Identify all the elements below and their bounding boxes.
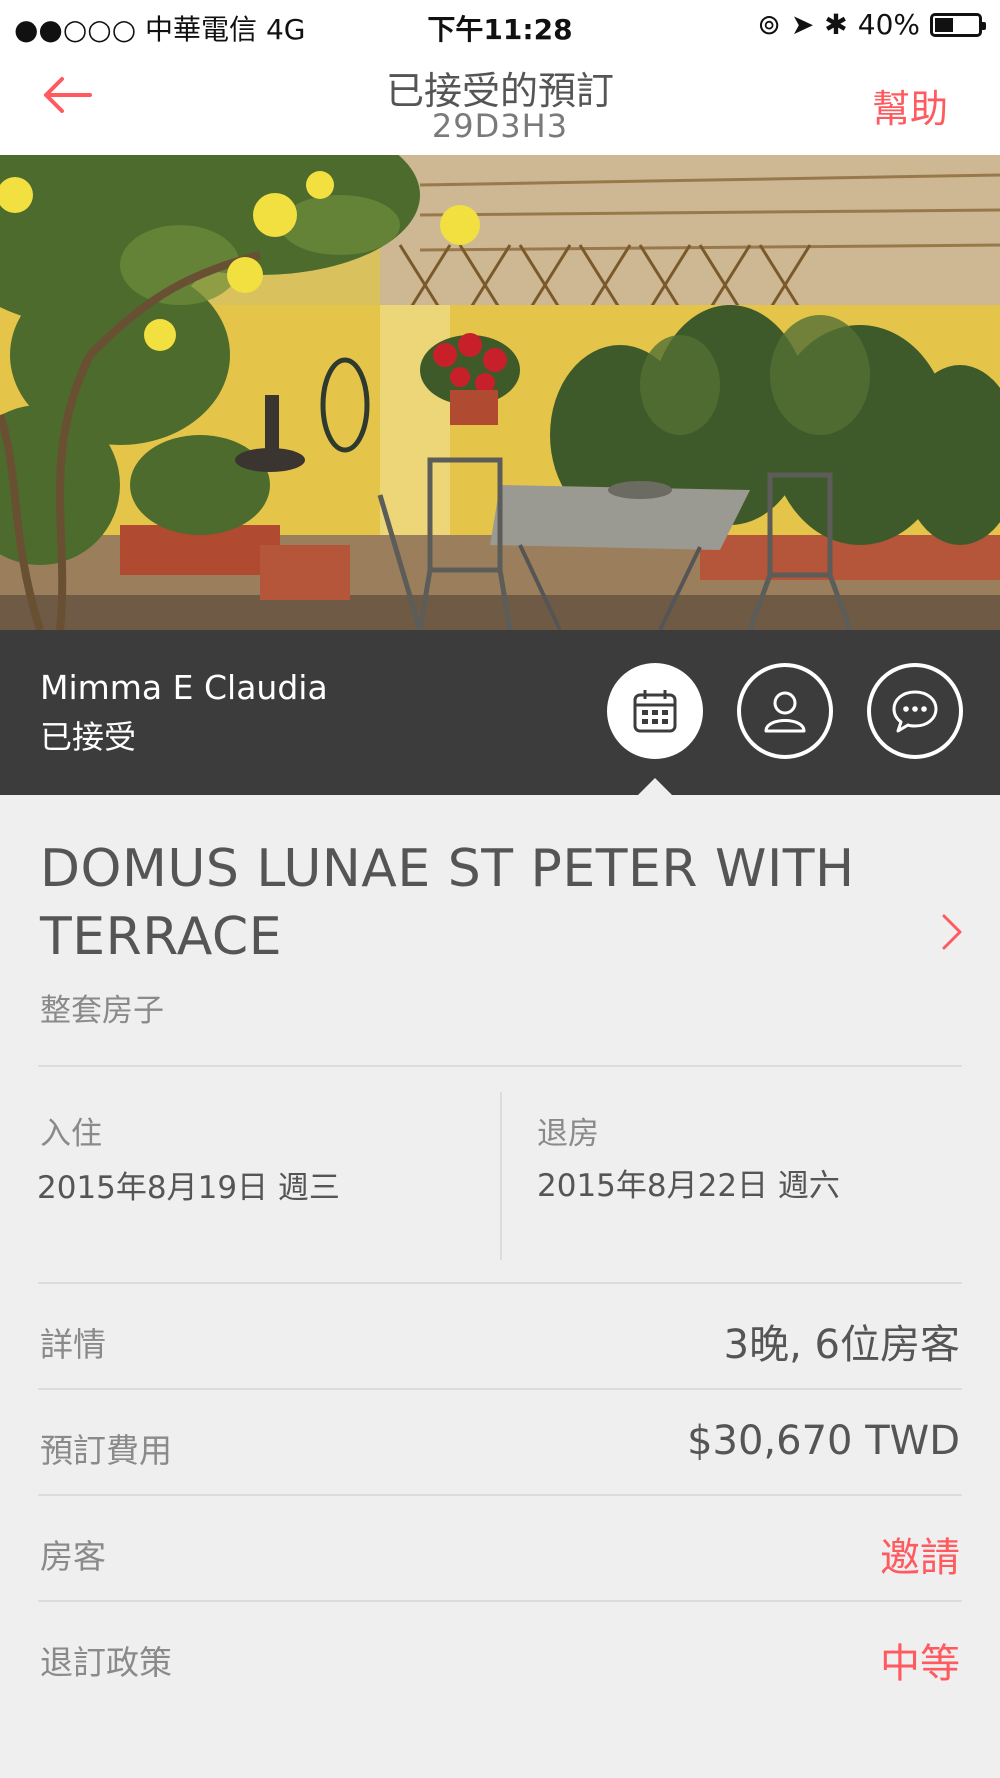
divider: [38, 1600, 962, 1602]
chat-bubble-icon: [892, 690, 938, 733]
listing-title[interactable]: DOMUS LUNAE ST PETER WITH TERRACE: [40, 835, 880, 971]
listing-type: 整套房子: [40, 993, 164, 1029]
date-divider: [500, 1092, 502, 1260]
divider: [38, 1388, 962, 1390]
chevron-right-icon: [942, 914, 962, 950]
invite-guests-link[interactable]: 邀請: [880, 1525, 960, 1583]
user-icon: [764, 691, 806, 733]
status-indicators: ⊚ ➤ ✱ 40%: [757, 8, 986, 41]
price-value: $30,670 TWD: [687, 1418, 960, 1464]
divider: [38, 1282, 962, 1284]
price-label: 預訂費用: [40, 1431, 172, 1470]
calendar-icon: [633, 690, 677, 733]
navigation-bar: 已接受的預訂 29D3H3 幫助: [0, 50, 1000, 155]
cancellation-policy-link[interactable]: 中等: [880, 1631, 960, 1689]
details-label: 詳情: [40, 1325, 106, 1364]
divider: [38, 1065, 962, 1067]
status-bar: ●●○○○ 中華電信 4G 下午11:28 ⊚ ➤ ✱ 40%: [0, 0, 1000, 50]
host-bar: Mimma E Claudia 已接受: [0, 630, 1000, 795]
location-arrow-icon: ➤: [790, 8, 815, 41]
checkin-label: 入住: [40, 1116, 102, 1152]
rotation-lock-icon: ⊚: [757, 8, 781, 41]
listing-photo[interactable]: [0, 155, 1000, 630]
confirmation-code: 29D3H3: [431, 107, 569, 145]
cancellation-policy-label: 退訂政策: [40, 1643, 172, 1682]
divider: [38, 1494, 962, 1496]
battery-percent: 40%: [857, 8, 920, 41]
host-name: Mimma E Claudia: [40, 668, 328, 707]
help-button[interactable]: 幫助: [872, 78, 948, 133]
battery-icon: [930, 12, 986, 37]
guests-label: 房客: [40, 1537, 106, 1576]
listing-detail-button[interactable]: [940, 912, 964, 952]
checkout-label: 退房: [537, 1116, 599, 1152]
terrace-photo: [0, 155, 1000, 630]
details-value: 3晚, 6位房客: [723, 1322, 960, 1368]
bluetooth-icon: ✱: [824, 8, 848, 41]
message-button[interactable]: [867, 663, 963, 759]
reservation-status: 已接受: [40, 718, 137, 756]
active-tab-pointer: [637, 778, 673, 796]
itinerary-tab-button[interactable]: [607, 663, 703, 759]
checkin-date: 2015年8月19日 週三: [37, 1170, 340, 1206]
checkout-date: 2015年8月22日 週六: [537, 1168, 840, 1204]
host-profile-button[interactable]: [737, 663, 833, 759]
